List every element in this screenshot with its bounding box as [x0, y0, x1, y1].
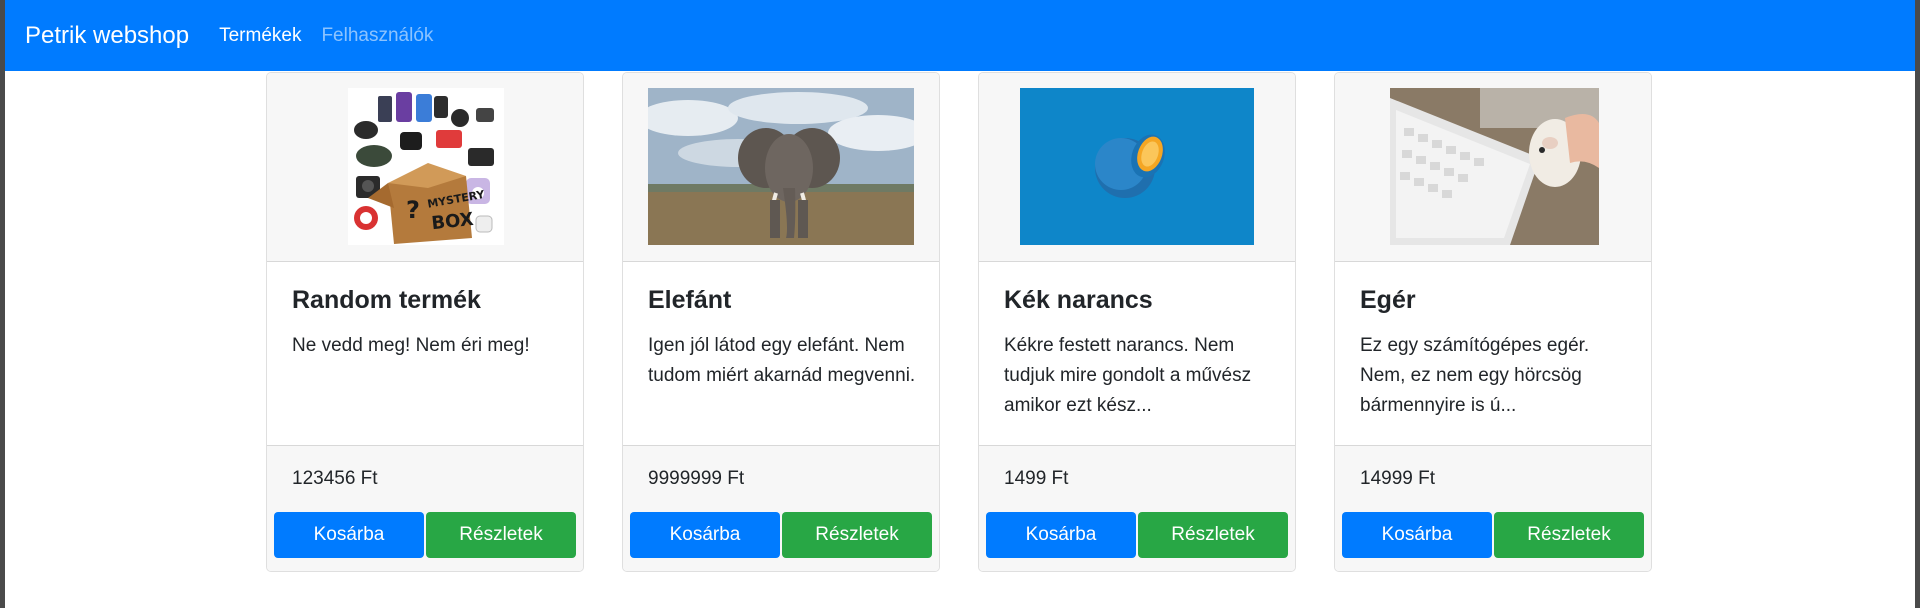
product-card: ? MYSTERY BOX Random termék Ne vedd meg!… [266, 72, 584, 572]
product-title: Egér [1360, 286, 1416, 314]
card-image-area [979, 73, 1295, 262]
card-footer: 9999999 Ft Kosárba Részletek [623, 445, 939, 571]
card-image-area: ? MYSTERY BOX [267, 73, 583, 262]
hamster-mouse-image[interactable] [1390, 88, 1599, 245]
product-description: Igen jól látod egy elefánt. Nem tudom mi… [648, 335, 916, 386]
svg-text:?: ? [406, 196, 420, 224]
card-footer: 14999 Ft Kosárba Részletek [1335, 445, 1651, 571]
card-image-area [1335, 73, 1651, 262]
product-card: Egér Ez egy számítógépes egér. Nem, ez n… [1334, 72, 1652, 572]
card-footer: 1499 Ft Kosárba Részletek [979, 445, 1295, 571]
product-price: 1499 Ft [1004, 468, 1069, 489]
add-to-cart-button[interactable]: Kosárba [274, 512, 424, 558]
navbar-brand[interactable]: Petrik webshop [25, 22, 189, 50]
details-button[interactable]: Részletek [782, 512, 932, 558]
browser-viewport: Petrik webshop Termékek Felhasználók ? M… [5, 0, 1915, 608]
product-card: Kék narancs Kékre festett narancs. Nem t… [978, 72, 1296, 572]
svg-text:BOX: BOX [430, 209, 474, 234]
product-title: Elefánt [648, 286, 732, 314]
details-button[interactable]: Részletek [1494, 512, 1644, 558]
product-price: 9999999 Ft [648, 468, 745, 489]
elephant-image[interactable] [648, 88, 914, 245]
nav-link-users[interactable]: Felhasználók [321, 25, 433, 47]
product-title: Random termék [292, 286, 481, 314]
product-card: Elefánt Igen jól látod egy elefánt. Nem … [622, 72, 940, 572]
product-description: Ne vedd meg! Nem éri meg! [292, 335, 530, 356]
add-to-cart-button[interactable]: Kosárba [986, 512, 1136, 558]
blue-orange-image[interactable] [1020, 88, 1254, 245]
card-footer: 123456 Ft Kosárba Részletek [267, 445, 583, 571]
product-description: Kékre festett narancs. Nem tudjuk mire g… [1004, 335, 1252, 416]
product-title: Kék narancs [1004, 286, 1153, 314]
product-description: Ez egy számítógépes egér. Nem, ez nem eg… [1360, 335, 1590, 416]
mystery-box-image[interactable]: ? MYSTERY BOX [348, 88, 504, 245]
navbar: Petrik webshop Termékek Felhasználók [5, 0, 1915, 71]
nav-link-products[interactable]: Termékek [219, 25, 301, 47]
add-to-cart-button[interactable]: Kosárba [630, 512, 780, 558]
details-button[interactable]: Részletek [426, 512, 576, 558]
add-to-cart-button[interactable]: Kosárba [1342, 512, 1492, 558]
details-button[interactable]: Részletek [1138, 512, 1288, 558]
product-price: 123456 Ft [292, 468, 378, 489]
product-price: 14999 Ft [1360, 468, 1435, 489]
card-image-area [623, 73, 939, 262]
